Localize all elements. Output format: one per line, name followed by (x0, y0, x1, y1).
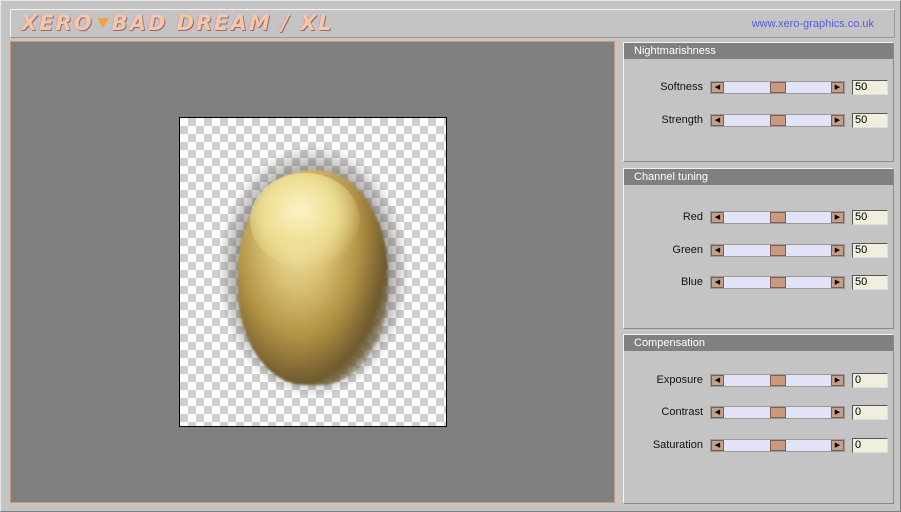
arrow-left-icon[interactable]: ◀ (711, 407, 724, 418)
preview-image-highlight (250, 173, 360, 268)
arrow-left-icon[interactable]: ◀ (711, 115, 724, 126)
panel-compensation: Compensation Exposure ◀ ▶ 0 Contrast ◀ ▶… (623, 334, 894, 504)
arrow-right-icon[interactable]: ▶ (831, 277, 844, 288)
softness-value-field[interactable]: 50 (852, 80, 888, 95)
panel-nightmarishness: Nightmarishness Softness ◀ ▶ 50 Strength… (623, 42, 894, 162)
arrow-left-icon[interactable]: ◀ (711, 277, 724, 288)
arrow-right-icon[interactable]: ▶ (831, 212, 844, 223)
control-row-contrast: Contrast ◀ ▶ 0 (624, 405, 893, 421)
arrow-right-icon[interactable]: ▶ (831, 440, 844, 451)
arrow-right-icon[interactable]: ▶ (831, 82, 844, 93)
website-link[interactable]: www.xero-graphics.co.uk (752, 18, 874, 30)
control-label: Strength (661, 114, 703, 126)
logo: XERO BAD DREAM / XL (21, 11, 334, 35)
control-row-red: Red ◀ ▶ 50 (624, 210, 893, 226)
arrow-right-icon[interactable]: ▶ (831, 115, 844, 126)
control-label: Softness (660, 81, 703, 93)
control-row-strength: Strength ◀ ▶ 50 (624, 113, 893, 129)
panel-title: Nightmarishness (624, 43, 893, 59)
control-label: Contrast (661, 406, 703, 418)
arrow-left-icon[interactable]: ◀ (711, 82, 724, 93)
slider-thumb[interactable] (769, 212, 786, 223)
arrow-left-icon[interactable]: ◀ (711, 375, 724, 386)
arrow-left-icon[interactable]: ◀ (711, 245, 724, 256)
control-row-saturation: Saturation ◀ ▶ 0 (624, 438, 893, 454)
arrow-left-icon[interactable]: ◀ (711, 212, 724, 223)
green-slider[interactable]: ◀ ▶ (710, 244, 845, 257)
exposure-value-field[interactable]: 0 (852, 373, 888, 388)
slider-thumb[interactable] (769, 407, 786, 418)
slider-thumb[interactable] (769, 375, 786, 386)
softness-slider[interactable]: ◀ ▶ (710, 81, 845, 94)
control-row-exposure: Exposure ◀ ▶ 0 (624, 373, 893, 389)
arrow-right-icon[interactable]: ▶ (831, 245, 844, 256)
strength-slider[interactable]: ◀ ▶ (710, 114, 845, 127)
exposure-slider[interactable]: ◀ ▶ (710, 374, 845, 387)
arrow-right-icon[interactable]: ▶ (831, 407, 844, 418)
control-row-softness: Softness ◀ ▶ 50 (624, 80, 893, 96)
logo-triangle-icon (96, 18, 109, 28)
control-label: Green (672, 244, 703, 256)
control-label: Red (682, 211, 703, 223)
arrow-left-icon[interactable]: ◀ (711, 440, 724, 451)
saturation-value-field[interactable]: 0 (852, 438, 888, 453)
strength-value-field[interactable]: 50 (852, 113, 888, 128)
green-value-field[interactable]: 50 (852, 243, 888, 258)
contrast-value-field[interactable]: 0 (852, 405, 888, 420)
slider-thumb[interactable] (769, 82, 786, 93)
control-row-green: Green ◀ ▶ 50 (624, 243, 893, 259)
blue-slider[interactable]: ◀ ▶ (710, 276, 845, 289)
saturation-slider[interactable]: ◀ ▶ (710, 439, 845, 452)
contrast-slider[interactable]: ◀ ▶ (710, 406, 845, 419)
control-label: Blue (680, 276, 703, 288)
panel-title: Compensation (624, 335, 893, 351)
preview-canvas (179, 117, 447, 427)
control-row-blue: Blue ◀ ▶ 50 (624, 275, 893, 291)
plugin-window: XERO BAD DREAM / XL www.xero-graphics.co.… (0, 0, 901, 512)
blue-value-field[interactable]: 50 (852, 275, 888, 290)
title-bar: XERO BAD DREAM / XL www.xero-graphics.co.… (10, 9, 895, 38)
slider-thumb[interactable] (769, 115, 786, 126)
slider-thumb[interactable] (769, 245, 786, 256)
panel-channel-tuning: Channel tuning Red ◀ ▶ 50 Green ◀ ▶ 50 B… (623, 168, 894, 329)
panel-title: Channel tuning (624, 169, 893, 185)
arrow-right-icon[interactable]: ▶ (831, 375, 844, 386)
control-label: Exposure (656, 374, 703, 386)
red-value-field[interactable]: 50 (852, 210, 888, 225)
preview-area (10, 41, 615, 503)
control-label: Saturation (652, 439, 703, 451)
slider-thumb[interactable] (769, 440, 786, 451)
red-slider[interactable]: ◀ ▶ (710, 211, 845, 224)
slider-thumb[interactable] (769, 277, 786, 288)
